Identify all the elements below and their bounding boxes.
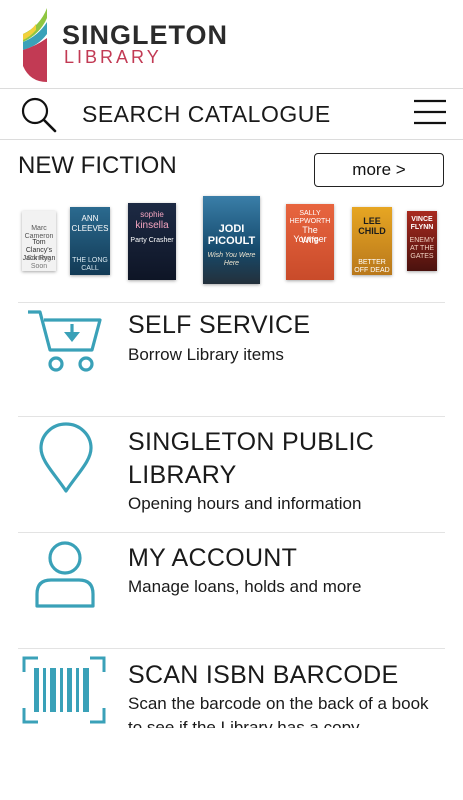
logo-subtitle: LIBRARY	[64, 47, 162, 67]
hamburger-menu-icon[interactable]	[412, 95, 448, 129]
app-header: SINGLETON LIBRARY	[0, 0, 463, 88]
book-cover[interactable]: VINCE FLYNN ENEMY AT THE GATES	[407, 211, 437, 271]
divider	[18, 416, 445, 417]
divider	[18, 302, 445, 303]
my-account-description: Manage loans, holds and more	[128, 577, 362, 596]
my-account-title: MY ACCOUNT	[128, 544, 298, 572]
singleton-public-library-row[interactable]: SINGLETON PUBLIC LIBRARY Opening hours a…	[0, 416, 463, 532]
more-button[interactable]: more >	[314, 153, 444, 187]
book-cover[interactable]: SALLY HEPWORTH The Younger Wife	[286, 204, 334, 280]
library-description: Opening hours and information	[128, 494, 362, 513]
library-title-line1: SINGLETON PUBLIC	[128, 428, 375, 456]
self-service-row[interactable]: SELF SERVICE Borrow Library items	[0, 302, 463, 416]
search-bar[interactable]: SEARCH CATALOGUE	[0, 88, 463, 140]
barcode-scan-icon	[22, 656, 106, 724]
user-icon	[35, 541, 95, 608]
scan-barcode-title: SCAN ISBN BARCODE	[128, 661, 399, 689]
scan-barcode-description-2: to see if the Library has a copy	[128, 718, 360, 728]
search-catalogue-label[interactable]: SEARCH CATALOGUE	[82, 101, 331, 128]
book-cover[interactable]: Marc Cameron Tom Clancy's Jack Ryan Comi…	[22, 211, 56, 271]
search-icon[interactable]	[18, 94, 58, 134]
scan-isbn-barcode-row[interactable]: SCAN ISBN BARCODE Scan the barcode on th…	[0, 648, 463, 728]
book-cover[interactable]: JODI PICOULT Wish You Were Here	[203, 196, 260, 284]
my-account-row[interactable]: MY ACCOUNT Manage loans, holds and more	[0, 532, 463, 648]
new-fiction-heading: NEW FICTION	[18, 152, 177, 179]
library-title-line2: LIBRARY	[128, 461, 237, 489]
self-service-title: SELF SERVICE	[128, 311, 311, 339]
divider	[18, 648, 445, 649]
book-cover[interactable]: LEE CHILD BETTER OFF DEAD	[352, 207, 392, 275]
location-pin-icon	[39, 422, 93, 493]
shopping-cart-icon	[28, 310, 102, 372]
book-cover[interactable]: sophie kinsella Party Crasher	[128, 203, 176, 280]
scan-barcode-description: Scan the barcode on the back of a book	[128, 694, 429, 713]
divider	[18, 532, 445, 533]
library-logo-icon	[23, 8, 47, 82]
book-cover[interactable]: ANN CLEEVES THE LONG CALL	[70, 207, 110, 275]
self-service-description: Borrow Library items	[128, 345, 284, 364]
